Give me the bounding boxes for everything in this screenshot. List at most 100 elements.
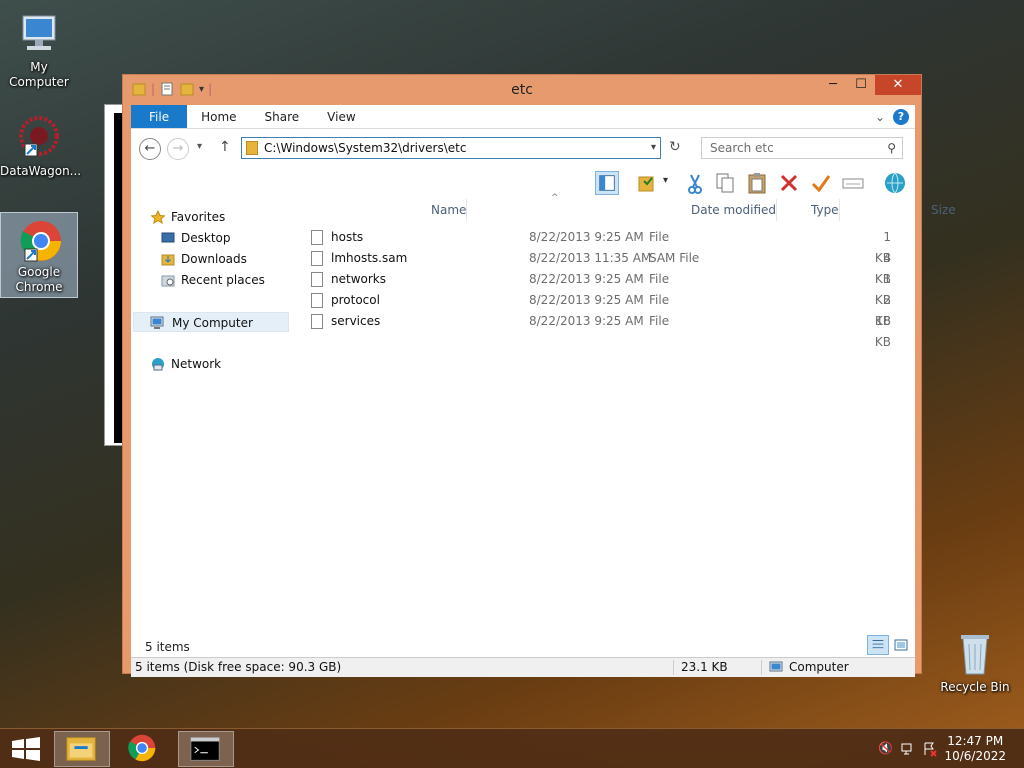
file-name: lmhosts.sam xyxy=(331,251,408,265)
desktop-icon-recycle-bin[interactable]: Recycle Bin xyxy=(936,628,1014,695)
column-header-type[interactable]: Type xyxy=(805,199,840,221)
nav-item-label: Desktop xyxy=(181,231,231,245)
address-bar-row: ← → ▾ ↑ C:\Windows\System32\drivers\etc … xyxy=(131,129,915,169)
delete-icon[interactable] xyxy=(777,171,801,195)
content-area: Favorites Desktop Downloads Recent place… xyxy=(131,193,956,637)
disk-info: 5 items (Disk free space: 90.3 GB) xyxy=(135,660,342,674)
ribbon-tabs: File Home Share View ⌄ ? xyxy=(131,105,915,129)
rename-field-icon[interactable] xyxy=(841,171,865,195)
back-button[interactable]: ← xyxy=(139,138,161,160)
computer-icon xyxy=(769,661,783,672)
file-explorer-icon xyxy=(66,737,96,761)
status-bar: 5 items (Disk free space: 90.3 GB) 23.1 … xyxy=(131,657,915,677)
paste-icon[interactable] xyxy=(745,171,769,195)
title-bar[interactable]: | ▾ | etc ─ ☐ ✕ xyxy=(123,75,921,105)
nav-item-label: My Computer xyxy=(172,316,253,330)
rename-check-icon[interactable] xyxy=(809,171,833,195)
minimize-button[interactable]: ─ xyxy=(819,75,847,95)
chrome-icon xyxy=(128,734,156,762)
folder-options-icon[interactable] xyxy=(635,171,659,195)
file-icon xyxy=(311,314,323,329)
desktop-icon-label: Recycle Bin xyxy=(940,680,1010,694)
search-input[interactable]: Search etc ⚲ xyxy=(701,137,903,159)
table-row[interactable]: networks 8/22/2013 9:25 AM File 1 KB xyxy=(301,269,901,307)
folder-icon xyxy=(246,141,258,155)
volume-muted-icon[interactable]: 🔇 xyxy=(878,741,894,757)
table-row[interactable]: services 8/22/2013 9:25 AM File 18 KB xyxy=(301,311,901,349)
nav-recent-places[interactable]: Recent places xyxy=(159,270,289,290)
tab-file[interactable]: File xyxy=(131,105,188,128)
address-dropdown-icon[interactable]: ▾ xyxy=(651,138,656,158)
recent-locations-button[interactable]: ▾ xyxy=(197,141,202,152)
details-view-icon[interactable] xyxy=(867,635,889,655)
file-name: networks xyxy=(331,272,386,286)
nav-downloads[interactable]: Downloads xyxy=(159,249,289,269)
command-prompt-icon xyxy=(190,737,220,761)
table-row[interactable]: lmhosts.sam 8/22/2013 11:35 AM SAM File 4 K… xyxy=(301,248,901,286)
nav-desktop[interactable]: Desktop xyxy=(159,228,289,248)
start-button[interactable] xyxy=(0,731,56,767)
size-total: 23.1 KB xyxy=(681,660,728,674)
file-icon xyxy=(311,272,323,287)
star-icon xyxy=(151,210,165,224)
file-date: 8/22/2013 9:25 AM xyxy=(529,293,644,307)
file-name: services xyxy=(331,314,381,328)
action-center-flag-icon[interactable] xyxy=(922,741,938,757)
desktop-icon-datawagon[interactable]: DataWagon... xyxy=(0,112,81,179)
chrome-icon xyxy=(15,215,63,263)
file-name: protocol xyxy=(331,293,380,307)
computer-icon xyxy=(150,316,164,329)
recycle-bin-icon xyxy=(951,630,999,678)
item-count: 5 items xyxy=(145,640,190,654)
up-button[interactable]: ↑ xyxy=(219,139,231,155)
file-icon xyxy=(311,251,323,266)
search-icon[interactable]: ⚲ xyxy=(887,138,896,158)
tab-view[interactable]: View xyxy=(313,105,369,128)
column-header-size[interactable]: Size xyxy=(925,199,956,221)
taskbar-file-explorer[interactable] xyxy=(54,731,110,767)
nav-my-computer[interactable]: My Computer xyxy=(133,312,289,332)
nav-network[interactable]: Network xyxy=(149,354,289,374)
forward-button[interactable]: → xyxy=(167,138,189,160)
nav-item-label: Network xyxy=(171,357,222,371)
table-row[interactable]: hosts 8/22/2013 9:25 AM File 1 KB xyxy=(301,227,901,265)
globe-icon[interactable] xyxy=(883,171,907,195)
maximize-button[interactable]: ☐ xyxy=(847,75,875,95)
file-icon xyxy=(311,230,323,245)
taskbar-command-prompt[interactable] xyxy=(178,731,234,767)
desktop-icon-label: My Computer xyxy=(9,60,69,89)
network-icon xyxy=(152,358,164,371)
refresh-button[interactable]: ↻ xyxy=(669,139,681,155)
tab-home[interactable]: Home xyxy=(187,105,250,128)
address-input[interactable]: C:\Windows\System32\drivers\etc ▾ xyxy=(241,137,661,159)
large-icons-view-icon[interactable] xyxy=(891,635,911,655)
file-date: 8/22/2013 9:25 AM xyxy=(529,314,644,328)
file-date: 8/22/2013 11:35 AM xyxy=(529,251,652,265)
desktop-icon-label: Google Chrome xyxy=(15,265,63,294)
item-count-line: 5 items xyxy=(131,635,915,657)
help-icon[interactable]: ? xyxy=(893,109,909,125)
file-name: hosts xyxy=(331,230,364,244)
network-status-icon[interactable] xyxy=(900,741,916,757)
recent-places-icon xyxy=(161,275,175,287)
explorer-window[interactable]: | ▾ | etc ─ ☐ ✕ File Home Share View ⌄ ?… xyxy=(122,74,956,677)
column-header-name[interactable]: Name xyxy=(425,199,468,221)
desktop-icon-my-computer[interactable]: My Computer xyxy=(0,8,78,90)
column-header-date[interactable]: Date modified xyxy=(685,199,778,221)
copy-icon[interactable] xyxy=(713,171,737,195)
desktop-icon-google-chrome[interactable]: Google Chrome xyxy=(0,212,78,298)
tab-share[interactable]: Share xyxy=(251,105,314,128)
preview-pane-icon[interactable] xyxy=(595,171,619,195)
window-title: etc xyxy=(511,82,533,98)
taskbar-clock[interactable]: 12:47 PM 10/6/2022 xyxy=(944,734,1006,764)
close-button[interactable]: ✕ xyxy=(875,75,921,95)
nav-favorites[interactable]: Favorites xyxy=(149,207,289,227)
table-row[interactable]: protocol 8/22/2013 9:25 AM File 2 KB xyxy=(301,290,901,328)
folder-options-dropdown-icon[interactable]: ▾ xyxy=(663,175,668,186)
window-controls: ─ ☐ ✕ xyxy=(819,75,921,95)
taskbar-google-chrome[interactable] xyxy=(116,731,172,767)
cut-icon[interactable] xyxy=(683,171,707,195)
file-type: File xyxy=(649,230,670,244)
expand-ribbon-icon[interactable]: ⌄ xyxy=(875,110,885,124)
sort-indicator-icon: ^ xyxy=(551,193,559,203)
